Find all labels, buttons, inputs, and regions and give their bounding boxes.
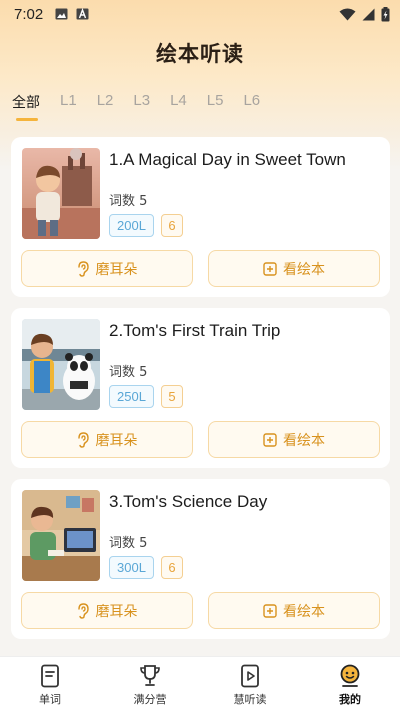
picture-book-icon: [263, 432, 277, 447]
ear-icon: [77, 431, 89, 448]
picture-book-icon: [263, 261, 277, 276]
tab-l1[interactable]: L1: [60, 92, 77, 122]
font-a-icon: [76, 8, 89, 20]
listen-button-label: 磨耳朵: [95, 261, 138, 278]
tab-l3[interactable]: L3: [133, 92, 150, 122]
tab-all[interactable]: 全部: [12, 92, 40, 122]
gallery-icon: [55, 8, 68, 20]
read-picture-book-button[interactable]: 看绘本: [208, 250, 380, 287]
read-picture-book-button[interactable]: 看绘本: [208, 592, 380, 629]
level-badge: 200L: [109, 214, 154, 237]
read-button-label: 看绘本: [283, 603, 325, 620]
level-badge: 300L: [109, 556, 154, 579]
level-badge: 250L: [109, 385, 154, 408]
book-title[interactable]: 1.A Magical Day in Sweet Town: [109, 150, 346, 170]
count-badge: 6: [161, 556, 183, 579]
listen-button[interactable]: 磨耳朵: [21, 421, 193, 458]
ear-icon: [77, 602, 89, 619]
tab-l4[interactable]: L4: [170, 92, 187, 122]
count-badge: 6: [161, 214, 183, 237]
nav-item-label: 慧听读: [233, 693, 267, 706]
signal-icon: [362, 8, 375, 20]
tab-l5[interactable]: L5: [207, 92, 224, 122]
word-count: 词数 5: [109, 194, 148, 209]
book-cover-image[interactable]: [22, 490, 100, 581]
word-count: 词数 5: [109, 536, 148, 551]
bottom-nav: 单词 满分营 慧听读 我的: [0, 656, 400, 711]
listen-button[interactable]: 磨耳朵: [21, 250, 193, 287]
book-card[interactable]: 1.A Magical Day in Sweet Town 词数 5 200L …: [11, 137, 390, 297]
picture-book-icon: [263, 603, 277, 618]
book-icon: [41, 664, 59, 688]
nav-item-full-score-camp[interactable]: 满分营: [100, 657, 200, 711]
battery-icon: [381, 6, 390, 21]
nav-item-label: 单词: [39, 693, 61, 706]
nav-item-words[interactable]: 单词: [0, 657, 100, 711]
trophy-icon: [140, 665, 160, 686]
book-title[interactable]: 3.Tom's Science Day: [109, 492, 267, 512]
book-cover-image[interactable]: [22, 319, 100, 410]
listen-button-label: 磨耳朵: [95, 603, 138, 620]
count-badge: 5: [161, 385, 183, 408]
video-book-icon: [241, 664, 259, 688]
status-time: 7:02: [14, 5, 44, 23]
page-title: 绘本听读: [156, 42, 244, 66]
read-button-label: 看绘本: [283, 432, 325, 449]
level-tabs: 全部 L1 L2 L3 L4 L5 L6: [12, 92, 280, 122]
read-picture-book-button[interactable]: 看绘本: [208, 421, 380, 458]
status-bar: 7:02: [0, 0, 400, 28]
profile-face-icon: [340, 664, 360, 687]
tab-l2[interactable]: L2: [97, 92, 114, 122]
book-card[interactable]: 3.Tom's Science Day 词数 5 300L 6 磨耳朵 看绘本: [11, 479, 390, 639]
read-button-label: 看绘本: [283, 261, 325, 278]
nav-item-label: 我的: [339, 693, 361, 706]
nav-item-label: 满分营: [133, 693, 167, 706]
book-cover-image[interactable]: [22, 148, 100, 239]
book-card[interactable]: 2.Tom's First Train Trip 词数 5 250L 5 磨耳朵…: [11, 308, 390, 468]
tab-l6[interactable]: L6: [243, 92, 260, 122]
ear-icon: [77, 260, 89, 277]
wifi-icon: [339, 8, 356, 20]
nav-item-smart-listening[interactable]: 慧听读: [200, 657, 300, 711]
book-title[interactable]: 2.Tom's First Train Trip: [109, 321, 280, 341]
nav-item-me[interactable]: 我的: [300, 657, 400, 711]
listen-button-label: 磨耳朵: [95, 432, 138, 449]
word-count: 词数 5: [109, 365, 148, 380]
listen-button[interactable]: 磨耳朵: [21, 592, 193, 629]
